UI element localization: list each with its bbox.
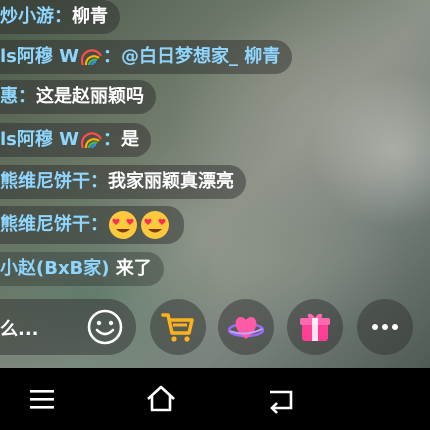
chat-username[interactable]: 炒小游：	[0, 6, 72, 27]
chat-message: 熊维尼饼干：我家丽颖真漂亮	[0, 165, 246, 199]
planet-heart-icon	[228, 317, 264, 339]
chat-message: 惠：这是赵丽颖吗	[0, 80, 156, 114]
chat-message: ls阿穆 W ：是	[0, 123, 152, 157]
chat-message: 炒小游：柳青	[0, 0, 120, 34]
chat-username[interactable]: 小赵(BxB家)	[0, 258, 110, 279]
chat-text: 柳青	[72, 6, 108, 27]
menu-icon[interactable]	[22, 382, 62, 416]
gift-icon	[300, 313, 330, 341]
chat-message: 熊维尼饼干：	[0, 206, 184, 244]
more-button[interactable]	[357, 299, 413, 355]
chat-text: @白日梦想家_ 柳青	[121, 46, 281, 67]
chat-text: 这是赵丽颖吗	[36, 86, 144, 107]
chat-username[interactable]: 熊维尼饼干：	[0, 171, 108, 192]
system-navigation-bar	[0, 368, 430, 430]
chat-username[interactable]: 熊维尼饼干：	[0, 214, 108, 235]
bottom-action-bar: 么...	[0, 299, 430, 357]
chat-message: ls阿穆 W ：@白日梦想家_ 柳青	[0, 40, 293, 74]
like-button[interactable]	[218, 299, 274, 355]
chat-username[interactable]: ls阿穆 W	[0, 129, 79, 150]
chat-text: 我家丽颖真漂亮	[108, 171, 234, 192]
home-icon[interactable]	[141, 382, 181, 416]
live-video-background: 炒小游：柳青 ls阿穆 W ：@白日梦想家_ 柳青 惠：这是赵丽颖吗 ls阿穆 W…	[0, 0, 430, 368]
back-icon[interactable]	[262, 382, 302, 416]
gift-button[interactable]	[287, 299, 343, 355]
rainbow-icon	[81, 131, 103, 149]
comment-input[interactable]: 么...	[0, 299, 136, 355]
shopping-cart-icon	[161, 313, 194, 342]
chat-separator: ：	[103, 129, 122, 150]
chat-username[interactable]: 惠：	[0, 86, 36, 107]
chat-text: 来了	[109, 258, 152, 279]
more-icon	[372, 324, 398, 330]
heart-eyes-emoji	[140, 210, 170, 240]
smile-icon[interactable]	[86, 308, 124, 346]
chat-text: 是	[121, 129, 140, 150]
chat-entry-notice: 小赵(BxB家) 来了	[0, 252, 164, 286]
chat-username[interactable]: ls阿穆 W	[0, 46, 79, 67]
rainbow-icon	[81, 48, 103, 66]
chat-separator: ：	[103, 46, 122, 67]
shop-button[interactable]	[150, 299, 206, 355]
heart-eyes-emoji	[108, 210, 138, 240]
comment-placeholder: 么...	[0, 319, 39, 340]
